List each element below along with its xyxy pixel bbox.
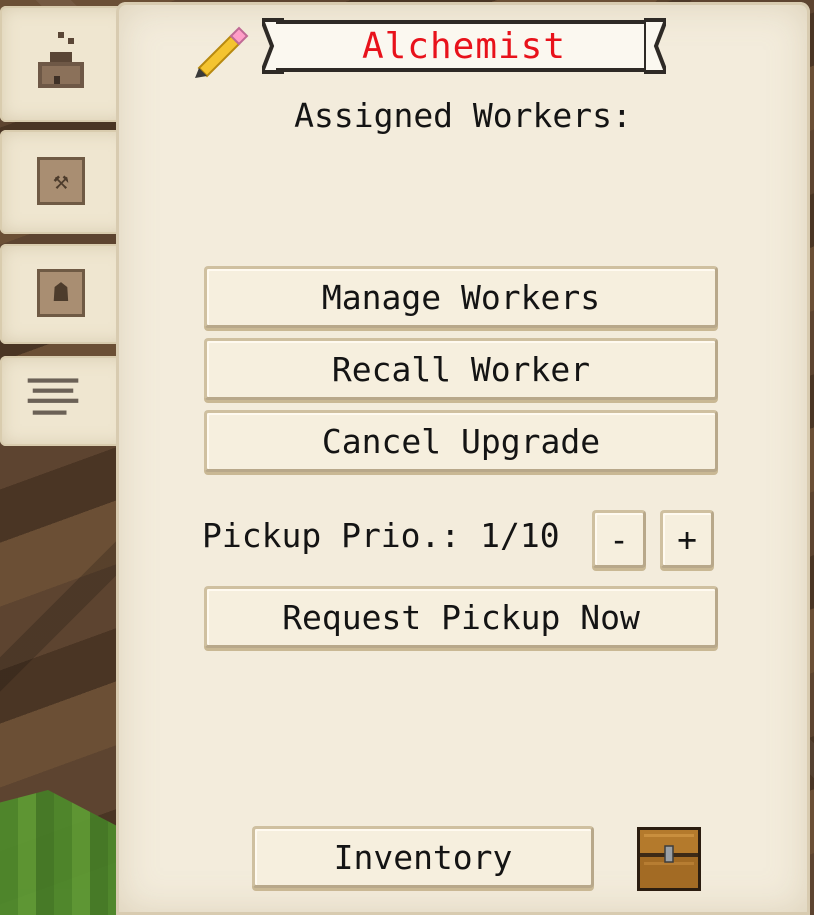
- request-pickup-button[interactable]: Request Pickup Now: [204, 586, 718, 648]
- tools-icon: ⚒: [34, 154, 88, 208]
- hut-upgrade-icon: [34, 32, 88, 90]
- title-banner: Alchemist: [262, 16, 666, 76]
- list-icon: [26, 370, 80, 424]
- banner-right-end: [644, 18, 666, 74]
- tab-building-info[interactable]: [0, 6, 130, 122]
- inventory-button[interactable]: Inventory: [252, 826, 594, 888]
- tab-workers[interactable]: ☗: [0, 244, 130, 344]
- manage-workers-button[interactable]: Manage Workers: [204, 266, 718, 328]
- pickup-priority-increase-button[interactable]: +: [660, 510, 714, 568]
- pickup-priority-label: Pickup Prio.: 1/10: [202, 516, 560, 555]
- worker-icon: ☗: [34, 266, 88, 320]
- banner-body: Alchemist: [276, 20, 652, 72]
- chest-icon[interactable]: [636, 826, 702, 892]
- pencil-icon[interactable]: [193, 22, 249, 78]
- tab-tools[interactable]: ⚒: [0, 130, 130, 234]
- cancel-upgrade-button[interactable]: Cancel Upgrade: [204, 410, 718, 472]
- recall-worker-button[interactable]: Recall Worker: [204, 338, 718, 400]
- pickup-priority-decrease-button[interactable]: -: [592, 510, 646, 568]
- assigned-workers-heading: Assigned Workers:: [294, 96, 632, 135]
- building-title[interactable]: Alchemist: [362, 26, 566, 67]
- tab-settings-list[interactable]: [0, 356, 130, 446]
